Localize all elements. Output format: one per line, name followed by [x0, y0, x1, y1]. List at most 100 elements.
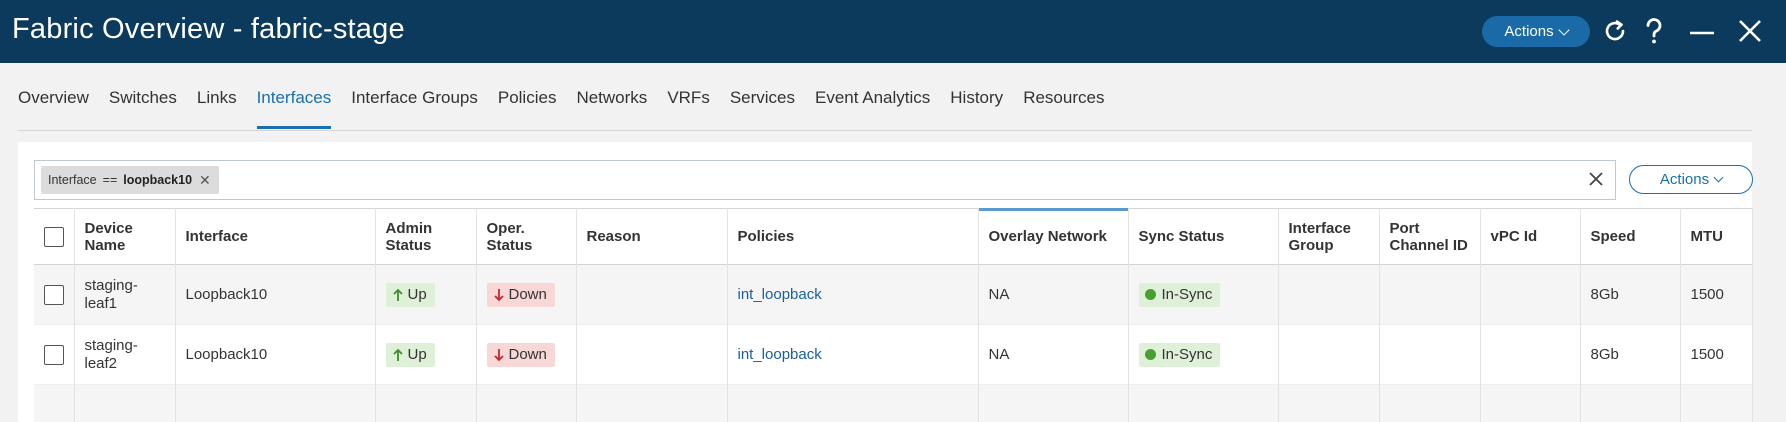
- column-header-sync-status[interactable]: Sync Status: [1128, 208, 1279, 265]
- admin-status-text: Up: [407, 345, 427, 363]
- column-header-speed[interactable]: Speed: [1580, 208, 1681, 265]
- filter-field: Interface: [48, 173, 97, 187]
- policies-cell: int_loopback: [727, 264, 979, 325]
- row-checkbox[interactable]: [43, 284, 64, 305]
- reason-cell: [576, 264, 728, 325]
- oper-status-badge: Down: [486, 282, 555, 307]
- row-checkbox[interactable]: [43, 344, 64, 365]
- column-header-overlay-network[interactable]: Overlay Network: [978, 207, 1129, 265]
- window-title: Fabric Overview - fabric-stage: [12, 13, 405, 45]
- interfaces-table: Device Name Interface Admin Status Oper.…: [34, 207, 1753, 422]
- filter-operator: ==: [102, 173, 118, 187]
- filter-chip: Interface == loopback10 ✕: [41, 166, 219, 194]
- table-row[interactable]: staging-leaf1 Loopback10 Up Down int_loo…: [34, 264, 1753, 325]
- column-header-policies[interactable]: Policies: [727, 208, 979, 265]
- admin-status-text: Up: [407, 285, 427, 303]
- port-channel-id-cell: [1379, 264, 1481, 325]
- column-header-reason[interactable]: Reason: [576, 208, 728, 265]
- interfaces-panel: Interface == loopback10 ✕ Actions Device…: [18, 142, 1753, 422]
- mtu-cell: 1500: [1680, 324, 1753, 385]
- sync-status-text: In-Sync: [1161, 345, 1213, 363]
- overlay-network-cell: NA: [978, 324, 1129, 385]
- tabs-divider: [18, 130, 1752, 131]
- column-header-interface[interactable]: Interface: [175, 208, 376, 265]
- window-header: Fabric Overview - fabric-stage Actions: [0, 0, 1786, 63]
- row-select-cell: [34, 264, 75, 325]
- sync-status-cell: In-Sync: [1128, 324, 1279, 385]
- policy-link[interactable]: int_loopback: [738, 286, 822, 303]
- clear-filter-icon[interactable]: [1587, 170, 1605, 188]
- speed-cell: 8Gb: [1580, 264, 1681, 325]
- remove-filter-icon[interactable]: ✕: [199, 172, 211, 189]
- tab-policies[interactable]: Policies: [498, 88, 557, 130]
- oper-status-text: Down: [508, 345, 547, 363]
- row-select-cell: [34, 324, 75, 385]
- minimize-icon[interactable]: [1686, 14, 1718, 48]
- port-channel-id-cell: [1379, 324, 1481, 385]
- sync-status-cell: In-Sync: [1128, 264, 1279, 325]
- status-dot-icon: [1144, 289, 1156, 300]
- tab-switches[interactable]: Switches: [109, 88, 177, 130]
- overlay-network-cell: NA: [978, 264, 1129, 325]
- admin-status-cell: Up: [375, 264, 477, 325]
- table-header-row: Device Name Interface Admin Status Oper.…: [34, 207, 1753, 265]
- chevron-down-icon: [1713, 172, 1724, 183]
- table-actions-button[interactable]: Actions: [1629, 165, 1753, 194]
- device-name-cell: staging-leaf1: [74, 264, 176, 325]
- tab-services[interactable]: Services: [730, 88, 795, 130]
- select-all-cell: [34, 208, 75, 265]
- admin-status-badge: Up: [385, 342, 435, 367]
- table-actions-label: Actions: [1659, 171, 1710, 188]
- oper-status-cell: Down: [476, 264, 577, 325]
- vpc-id-cell: [1480, 264, 1581, 325]
- tab-resources[interactable]: Resources: [1023, 88, 1104, 130]
- tab-overview[interactable]: Overview: [18, 88, 89, 130]
- refresh-icon[interactable]: [1599, 14, 1631, 48]
- column-header-port-channel-id[interactable]: Port Channel ID: [1379, 208, 1481, 265]
- tab-vrfs[interactable]: VRFs: [667, 88, 710, 130]
- close-icon[interactable]: [1734, 14, 1766, 48]
- filter-value: loopback10: [123, 173, 193, 187]
- arrow-down-icon: [493, 288, 504, 301]
- policy-link[interactable]: int_loopback: [738, 346, 822, 363]
- device-name-cell: staging-leaf2: [74, 324, 176, 385]
- column-header-vpc-id[interactable]: vPC Id: [1480, 208, 1581, 265]
- tab-links[interactable]: Links: [197, 88, 237, 130]
- interface-cell: Loopback10: [175, 324, 376, 385]
- sync-status-badge: In-Sync: [1138, 282, 1221, 307]
- status-dot-icon: [1144, 349, 1156, 360]
- oper-status-text: Down: [508, 285, 547, 303]
- empty-row: [34, 384, 1753, 422]
- tab-networks[interactable]: Networks: [576, 88, 647, 130]
- table-row[interactable]: staging-leaf2 Loopback10 Up Down int_loo…: [34, 324, 1753, 385]
- interface-group-cell: [1278, 264, 1380, 325]
- column-header-device-name[interactable]: Device Name: [74, 208, 176, 265]
- header-actions-label: Actions: [1504, 23, 1554, 40]
- admin-status-cell: Up: [375, 324, 477, 385]
- admin-status-badge: Up: [385, 282, 435, 307]
- interface-cell: Loopback10: [175, 264, 376, 325]
- sync-status-text: In-Sync: [1161, 285, 1213, 303]
- tab-event-analytics[interactable]: Event Analytics: [815, 88, 930, 130]
- tab-interface-groups[interactable]: Interface Groups: [351, 88, 478, 130]
- filter-bar[interactable]: Interface == loopback10 ✕: [34, 160, 1616, 200]
- tab-history[interactable]: History: [950, 88, 1003, 130]
- arrow-down-icon: [493, 348, 504, 361]
- column-header-admin-status[interactable]: Admin Status: [375, 208, 477, 265]
- speed-cell: 8Gb: [1580, 324, 1681, 385]
- oper-status-cell: Down: [476, 324, 577, 385]
- help-icon[interactable]: [1638, 14, 1670, 48]
- tab-bar: Overview Switches Links Interfaces Inter…: [18, 88, 1124, 130]
- tab-interfaces[interactable]: Interfaces: [256, 88, 331, 130]
- column-header-mtu[interactable]: MTU: [1680, 208, 1753, 265]
- mtu-cell: 1500: [1680, 264, 1753, 325]
- chevron-down-icon: [1557, 23, 1570, 36]
- header-actions-button[interactable]: Actions: [1482, 16, 1590, 47]
- column-header-interface-group[interactable]: Interface Group: [1278, 208, 1380, 265]
- arrow-up-icon: [392, 348, 403, 361]
- interface-group-cell: [1278, 324, 1380, 385]
- reason-cell: [576, 324, 728, 385]
- select-all-checkbox[interactable]: [43, 226, 64, 247]
- vpc-id-cell: [1480, 324, 1581, 385]
- column-header-oper-status[interactable]: Oper. Status: [476, 208, 577, 265]
